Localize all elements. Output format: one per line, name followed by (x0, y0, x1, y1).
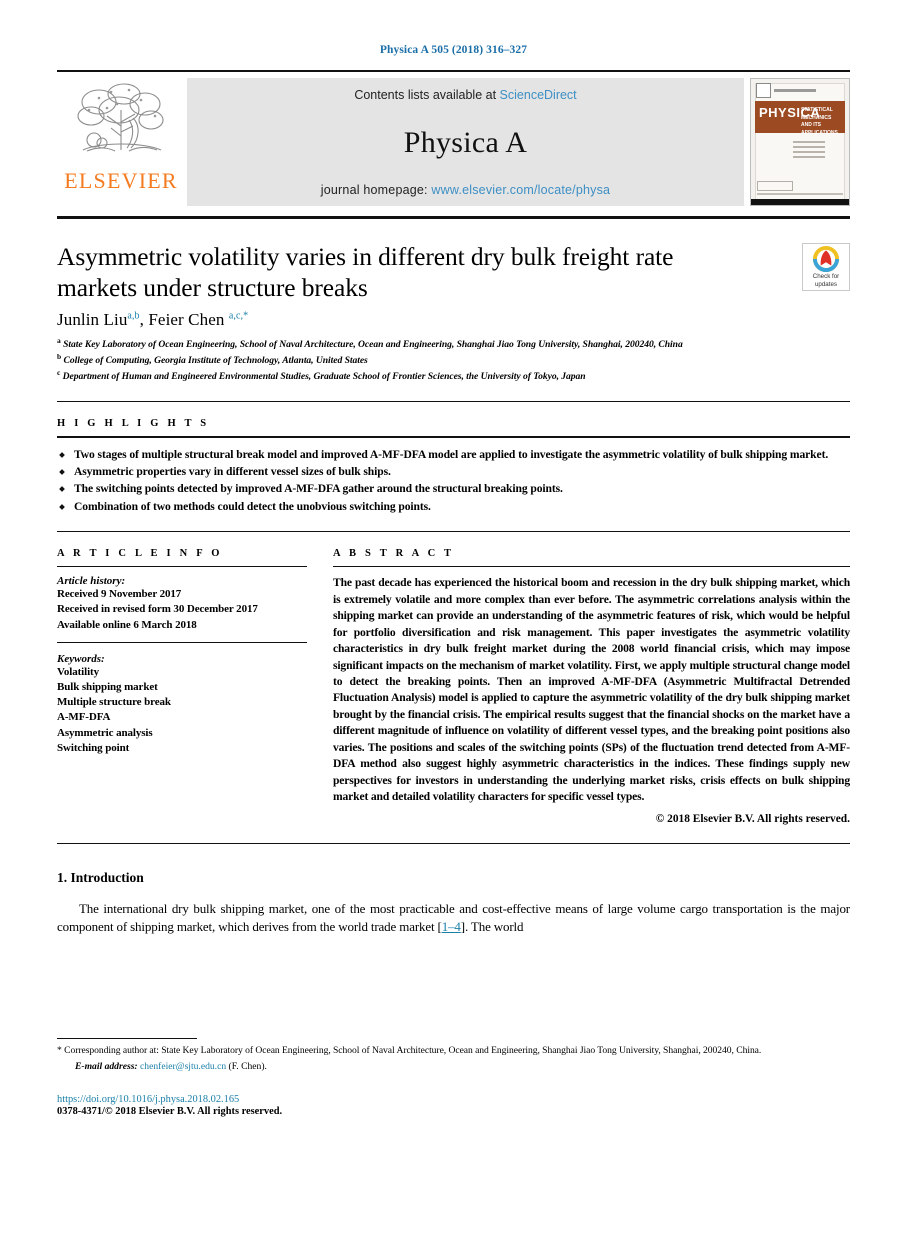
abstract-rule (333, 566, 850, 568)
author-list: Junlin Liua,b, Feier Chen a,c,* (57, 310, 249, 330)
citation-link[interactable]: 1–4 (442, 919, 461, 934)
article-info-heading: A R T I C L E I N F O (57, 548, 223, 560)
crossmark-line-2: updates (814, 280, 837, 288)
crossmark-label: Check for updates (813, 273, 839, 289)
history-item: Received 9 November 2017 (57, 588, 182, 601)
affiliation-text: State Key Laboratory of Ocean Engineerin… (63, 339, 683, 351)
list-item: Asymmetric properties vary in different … (57, 464, 850, 480)
cover-issue-line (774, 88, 844, 92)
abstract-heading: A B S T R A C T (333, 548, 455, 560)
highlights-heading: H I G H L I G H T S (57, 417, 210, 429)
elsevier-wordmark: ELSEVIER (64, 168, 178, 193)
contents-available-line: Contents lists available at ScienceDirec… (354, 88, 576, 102)
page-title: Asymmetric volatility varies in differen… (57, 242, 674, 303)
email-label: E-mail address: (75, 1060, 138, 1072)
page-footer: * Corresponding author at: State Key Lab… (57, 1038, 850, 1117)
highlights-bottom-rule (57, 531, 850, 533)
masthead-bottom-rule (57, 216, 850, 219)
journal-homepage-line: journal homepage: www.elsevier.com/locat… (321, 183, 610, 197)
highlights-list: Two stages of multiple structural break … (57, 447, 850, 516)
corresponding-author-note: * Corresponding author at: State Key Lab… (57, 1044, 850, 1058)
cover-publisher-box-icon (756, 82, 771, 98)
journal-title: Physica A (403, 125, 528, 159)
email-owner: (F. Chen). (228, 1060, 267, 1072)
info-abstract-row: A R T I C L E I N F O Article history: R… (57, 548, 850, 825)
keyword-item: Multiple structure break (57, 696, 171, 709)
intro-text-part-2: ]. The world (460, 919, 524, 935)
affiliation-marker: b (57, 352, 62, 362)
abstract-bottom-rule (57, 842, 850, 844)
journal-cover-thumbnail[interactable]: PHYSICA STATISTICAL MECHANICS AND ITS AP… (750, 78, 850, 206)
affiliation-text: Department of Human and Engineered Envir… (62, 371, 586, 383)
affiliation-marker: a (57, 336, 61, 346)
abstract-column: A B S T R A C T The past decade has expe… (333, 548, 850, 825)
keyword-item: Asymmetric analysis (57, 726, 153, 739)
keyword-item: Volatility (57, 665, 99, 678)
cover-top-row (756, 82, 844, 98)
keywords-block: Keywords: Volatility Bulk shipping marke… (57, 653, 307, 756)
affiliation-list: a State Key Laboratory of Ocean Engineer… (57, 336, 850, 384)
author-email-link[interactable]: chenfeier@sjtu.edu.cn (140, 1061, 226, 1072)
introduction-section: 1. Introduction The international dry bu… (57, 870, 850, 937)
elsevier-logo: ELSEVIER (57, 78, 185, 206)
author-name-1: Junlin Liu (57, 310, 128, 330)
title-block: Asymmetric volatility varies in differen… (57, 241, 850, 385)
keyword-item: A-MF-DFA (57, 711, 111, 724)
journal-homepage-link[interactable]: www.elsevier.com/locate/physa (431, 183, 610, 197)
cover-footer-line (757, 193, 843, 195)
keywords-label: Keywords: (57, 652, 105, 665)
doi-link[interactable]: https://doi.org/10.1016/j.physa.2018.02.… (57, 1094, 850, 1105)
crossmark-line-1: Check for (812, 272, 840, 280)
cover-bottom-bar (751, 199, 849, 205)
list-item: Two stages of multiple structural break … (57, 447, 850, 463)
introduction-heading: 1. Introduction (57, 869, 144, 885)
cover-footer-box (757, 181, 793, 191)
list-item: Combination of two methods could detect … (57, 499, 850, 515)
keyword-item: Switching point (57, 741, 130, 754)
crossmark-icon (813, 245, 839, 272)
abstract-text: The past decade has experienced the hist… (333, 576, 850, 804)
journal-band: Contents lists available at ScienceDirec… (187, 78, 744, 206)
abstract-copyright: © 2018 Elsevier B.V. All rights reserved… (655, 812, 850, 825)
affiliation-text: College of Computing, Georgia Institute … (63, 355, 368, 367)
crossmark-badge[interactable]: Check for updates (802, 243, 850, 291)
footnote-rule (57, 1038, 197, 1039)
affiliation-marker: c (57, 368, 61, 378)
author-name-2: Feier Chen (148, 310, 225, 330)
cover-editor-lines (793, 141, 839, 161)
corresponding-text: Corresponding author at: State Key Labor… (64, 1045, 762, 1056)
highlights-section: H I G H L I G H T S Two stages of multip… (57, 418, 850, 516)
sciencedirect-link[interactable]: ScienceDirect (500, 88, 577, 102)
email-line: E-mail address: chenfeier@sjtu.edu.cn (F… (57, 1061, 850, 1072)
keyword-item: Bulk shipping market (57, 681, 158, 693)
author-2-affil-markers: a,c,* (228, 310, 249, 322)
article-page: Physica A 505 (2018) 316–327 ELSEVIER Co… (0, 0, 907, 1238)
article-history-block: Article history: Received 9 November 201… (57, 575, 307, 633)
author-1-affil-markers: a,b (127, 310, 140, 322)
keywords-rule (57, 641, 307, 645)
corresponding-star: * (57, 1045, 62, 1056)
journal-masthead: ELSEVIER Contents lists available at Sci… (57, 70, 850, 206)
affiliation-item: c Department of Human and Engineered Env… (57, 368, 850, 384)
contents-prefix: Contents lists available at (354, 88, 497, 102)
affiliation-item: a State Key Laboratory of Ocean Engineer… (57, 336, 850, 352)
running-head: Physica A 505 (2018) 316–327 (379, 44, 528, 56)
highlights-rule (57, 435, 850, 438)
article-history-label: Article history: (57, 575, 126, 588)
list-item: The switching points detected by improve… (57, 481, 850, 497)
history-item: Received in revised form 30 December 201… (57, 603, 258, 616)
affiliation-item: b College of Computing, Georgia Institut… (57, 352, 850, 368)
cover-subtitle: STATISTICAL MECHANICS AND ITS APPLICATIO… (801, 107, 838, 136)
elsevier-tree-icon (77, 83, 164, 152)
homepage-prefix: journal homepage: (320, 183, 428, 197)
article-info-rule (57, 566, 307, 568)
issn-copyright-line: 0378-4371/© 2018 Elsevier B.V. All right… (57, 1105, 283, 1117)
title-bottom-rule (57, 400, 850, 402)
introduction-paragraph: The international dry bulk shipping mark… (57, 900, 850, 937)
article-info-column: A R T I C L E I N F O Article history: R… (57, 548, 307, 824)
history-item: Available online 6 March 2018 (57, 618, 197, 631)
